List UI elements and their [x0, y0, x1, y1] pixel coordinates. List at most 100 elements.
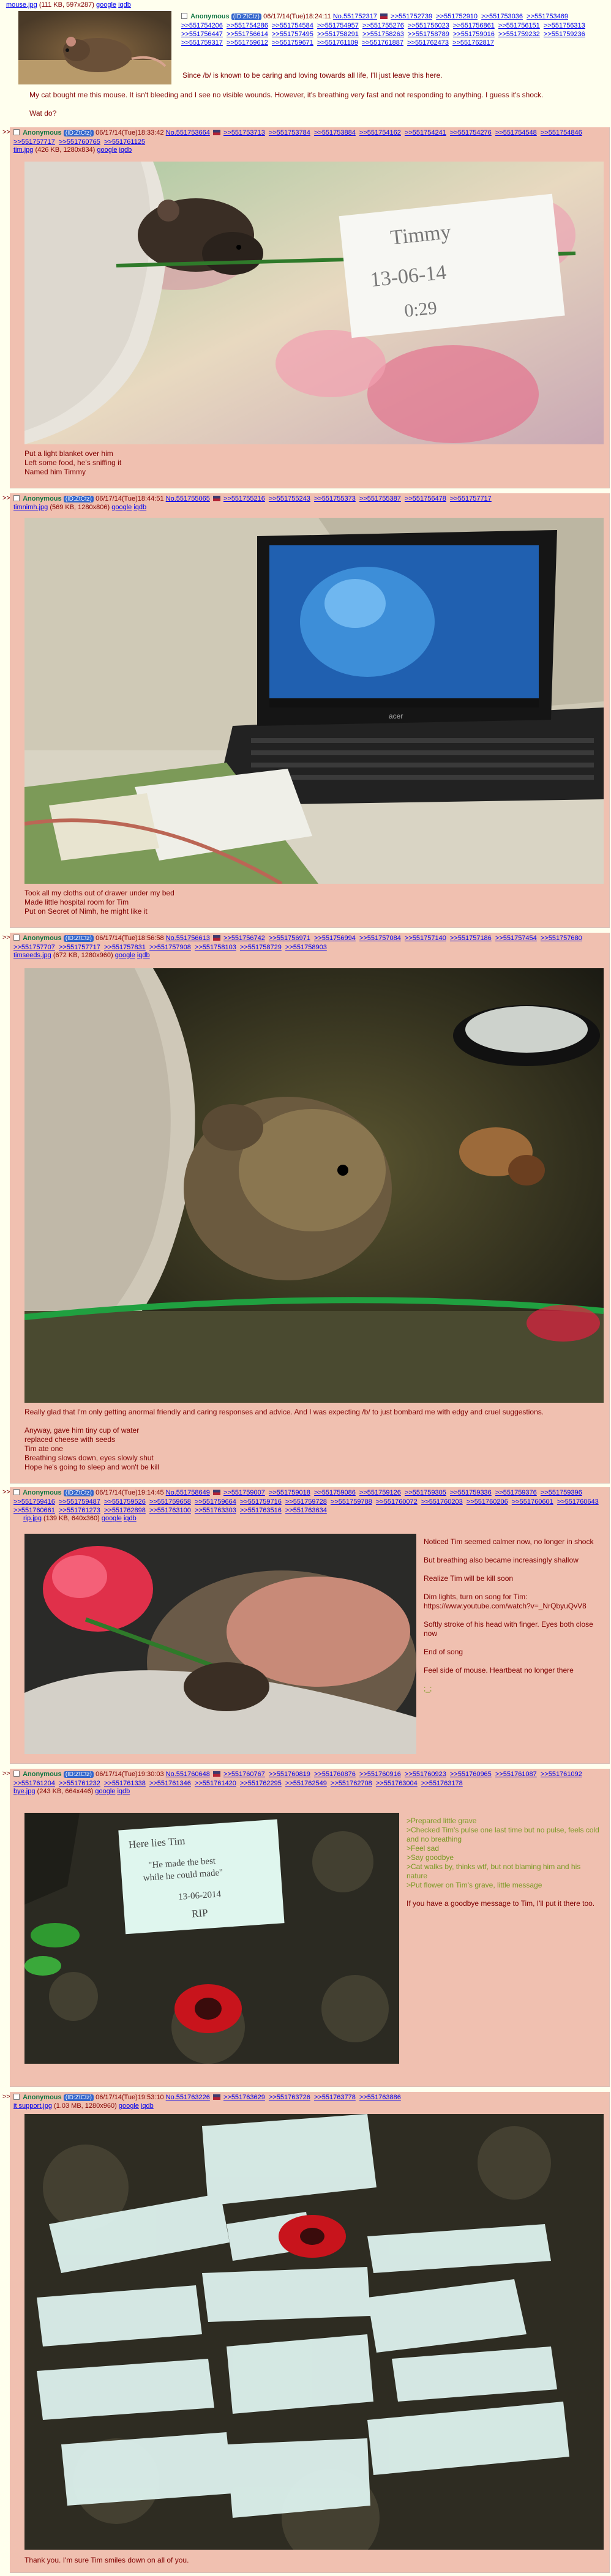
quote-backlink[interactable]: >>551754957: [317, 22, 359, 29]
quote-backlink[interactable]: >>551756614: [227, 31, 268, 38]
quote-backlink[interactable]: >>551759612: [227, 39, 268, 47]
quote-backlink[interactable]: >>551756971: [269, 935, 310, 942]
quote-backlink[interactable]: >>551763004: [376, 1780, 418, 1787]
quote-backlink[interactable]: >>551758903: [285, 944, 327, 951]
iqdb-link[interactable]: iqdb: [133, 504, 146, 511]
quote-backlink[interactable]: >>551762817: [452, 39, 494, 47]
quote-backlink[interactable]: >>551759658: [149, 1498, 191, 1506]
quote-backlink[interactable]: >>551757717: [13, 138, 55, 146]
poster-id[interactable]: (ID:ZtCtz): [63, 496, 94, 502]
iqdb-link[interactable]: iqdb: [137, 952, 150, 959]
quote-backlink[interactable]: >>551760923: [405, 1771, 446, 1778]
quote-backlink[interactable]: >>551763778: [314, 2094, 356, 2101]
quote-backlink[interactable]: >>551755387: [359, 495, 401, 502]
quote-backlink[interactable]: >>551763629: [223, 2094, 265, 2101]
quote-backlink[interactable]: >>551759018: [269, 1489, 310, 1496]
poster-id[interactable]: (ID:ZtCtz): [63, 1490, 94, 1496]
quote-backlink[interactable]: >>551757495: [272, 31, 313, 38]
quote-backlink[interactable]: >>551761232: [59, 1780, 100, 1787]
quote-backlink[interactable]: >>551760916: [359, 1771, 401, 1778]
file-link[interactable]: tim.jpg: [13, 146, 33, 154]
youtube-link[interactable]: Dim lights, turn on song for Tim: https:…: [424, 1592, 587, 1610]
quote-backlink[interactable]: >>551761087: [495, 1771, 537, 1778]
poster-id[interactable]: (ID:ZtCtz): [63, 2094, 94, 2101]
quote-backlink[interactable]: >>551761420: [195, 1780, 236, 1787]
quote-backlink[interactable]: >>551759232: [498, 31, 540, 38]
select-checkbox[interactable]: [13, 129, 20, 135]
quote-backlink[interactable]: >>551756478: [405, 495, 446, 502]
file-link[interactable]: timnimh.jpg: [13, 504, 48, 511]
quote-backlink[interactable]: >>551754206: [181, 22, 223, 29]
quote-backlink[interactable]: >>551759671: [272, 39, 313, 47]
quote-backlink[interactable]: >>551755243: [269, 495, 310, 502]
quote-backlink[interactable]: >>551753713: [223, 129, 265, 136]
quote-backlink[interactable]: >>551757831: [104, 944, 146, 951]
op-thumbnail[interactable]: [18, 11, 171, 84]
quote-backlink[interactable]: >>551759086: [314, 1489, 356, 1496]
op-file-link[interactable]: mouse.jpg: [6, 1, 37, 9]
google-link[interactable]: google: [111, 504, 132, 511]
quote-backlink[interactable]: >>551756023: [408, 22, 449, 29]
file-link[interactable]: it support.jpg: [13, 2102, 52, 2110]
quote-backlink[interactable]: >>551762295: [240, 1780, 282, 1787]
quote-backlink[interactable]: >>551758103: [195, 944, 236, 951]
post-image[interactable]: acer: [24, 518, 604, 884]
quote-backlink[interactable]: >>551761346: [149, 1780, 191, 1787]
post-number[interactable]: No.551763226: [166, 2094, 210, 2101]
post-image[interactable]: [24, 968, 604, 1403]
google-link[interactable]: google: [97, 146, 117, 154]
quote-backlink[interactable]: >>551759487: [59, 1498, 100, 1506]
quote-backlink[interactable]: >>551760643: [557, 1498, 599, 1506]
quote-backlink[interactable]: >>551761887: [362, 39, 403, 47]
quote-backlink[interactable]: >>551758291: [317, 31, 359, 38]
quote-backlink[interactable]: >>551754846: [541, 129, 582, 136]
quote-backlink[interactable]: >>551756994: [314, 935, 356, 942]
quote-backlink[interactable]: >>551761204: [13, 1780, 55, 1787]
quote-backlink[interactable]: >>551763178: [421, 1780, 463, 1787]
quote-backlink[interactable]: >>551763303: [195, 1507, 236, 1514]
google-link[interactable]: google: [102, 1515, 122, 1522]
post-number[interactable]: No.551756613: [166, 935, 210, 942]
quote-backlink[interactable]: >>551757707: [13, 944, 55, 951]
quote-backlink[interactable]: >>551761273: [59, 1507, 100, 1514]
quote-backlink[interactable]: >>551756447: [181, 31, 223, 38]
quote-backlink[interactable]: >>551760601: [512, 1498, 553, 1506]
quote-backlink[interactable]: >>551759336: [450, 1489, 492, 1496]
google-link[interactable]: google: [115, 952, 135, 959]
quote-backlink[interactable]: >>551759305: [405, 1489, 446, 1496]
quote-backlink[interactable]: >>551763100: [149, 1507, 191, 1514]
select-checkbox[interactable]: [13, 495, 20, 501]
quote-backlink[interactable]: >>551753036: [481, 13, 523, 20]
quote-backlink[interactable]: >>551758263: [362, 31, 404, 38]
poster-id[interactable]: (ID:ZtCtz): [63, 1771, 94, 1778]
quote-backlink[interactable]: >>551759788: [331, 1498, 372, 1506]
iqdb-link[interactable]: iqdb: [141, 2102, 154, 2110]
post-image[interactable]: [24, 2114, 604, 2550]
quote-backlink[interactable]: >>551759007: [223, 1489, 265, 1496]
quote-backlink[interactable]: >>551761125: [104, 138, 145, 146]
quote-backlink[interactable]: >>551760203: [421, 1498, 463, 1506]
quote-backlink[interactable]: >>551760819: [269, 1771, 310, 1778]
quote-backlink[interactable]: >>551756151: [498, 22, 540, 29]
quote-backlink[interactable]: >>551757680: [541, 935, 582, 942]
quote-backlink[interactable]: >>551757908: [149, 944, 191, 951]
quote-backlink[interactable]: >>551759126: [359, 1489, 401, 1496]
quote-backlink[interactable]: >>551760876: [314, 1771, 356, 1778]
quote-backlink[interactable]: >>551760072: [376, 1498, 418, 1506]
quote-backlink[interactable]: >>551759396: [541, 1489, 582, 1496]
quote-backlink[interactable]: >>551763516: [240, 1507, 282, 1514]
quote-backlink[interactable]: >>551752910: [436, 13, 478, 20]
post-number[interactable]: No.551758649: [166, 1489, 210, 1496]
post-image[interactable]: Here lies Tim "He made the best while he…: [24, 1813, 399, 2064]
quote-backlink[interactable]: >>551756861: [453, 22, 495, 29]
iqdb-link[interactable]: iqdb: [119, 146, 132, 154]
quote-backlink[interactable]: >>551754241: [405, 129, 446, 136]
post-image[interactable]: Timmy 13-06-14 0:29: [24, 162, 604, 444]
quote-backlink[interactable]: >>551761092: [541, 1771, 582, 1778]
quote-backlink[interactable]: >>551753469: [527, 13, 568, 20]
quote-backlink[interactable]: >>551755216: [223, 495, 265, 502]
quote-backlink[interactable]: >>551761338: [104, 1780, 146, 1787]
select-checkbox[interactable]: [13, 1489, 20, 1495]
quote-backlink[interactable]: >>551754286: [227, 22, 268, 29]
quote-backlink[interactable]: >>551754162: [359, 129, 401, 136]
